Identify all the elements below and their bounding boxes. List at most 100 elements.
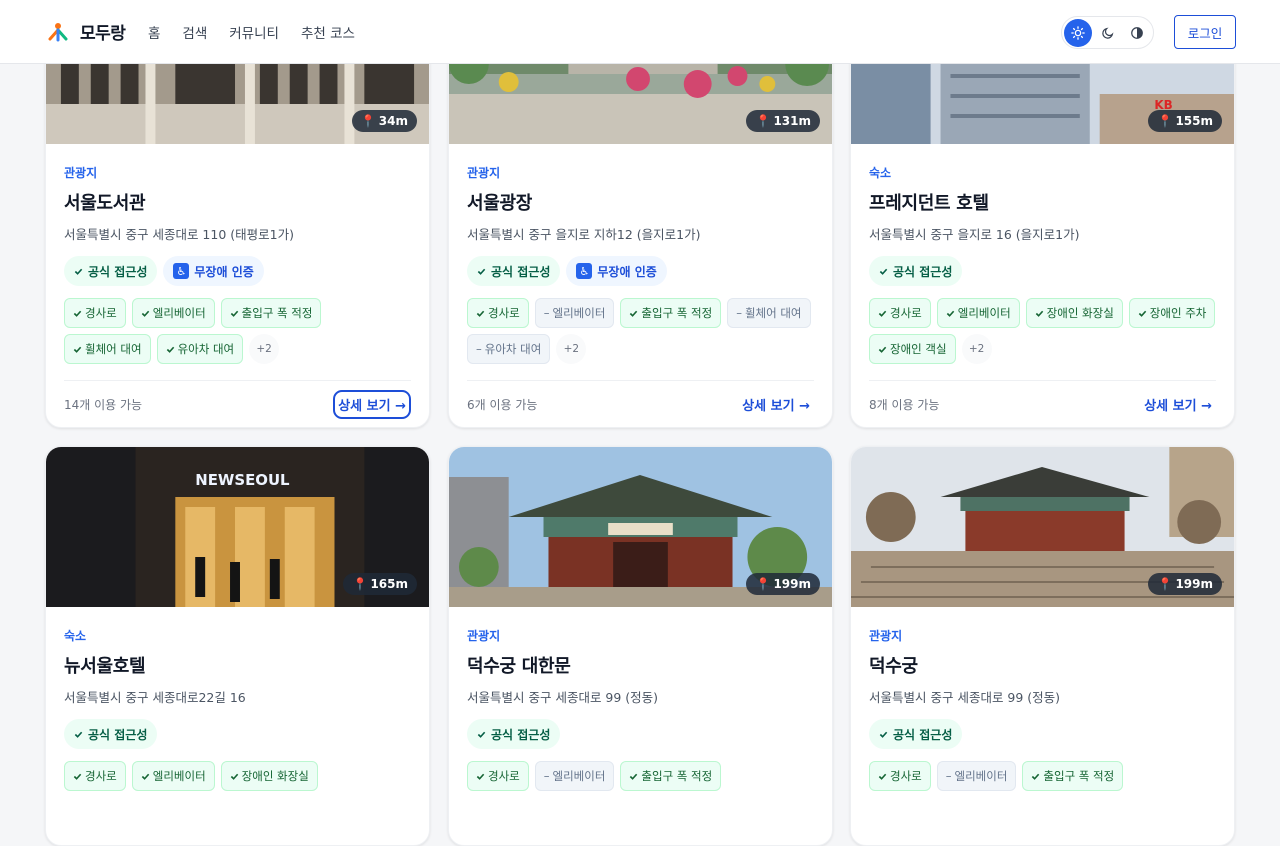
svg-text:NEWSEOUL: NEWSEOUL [195,471,290,489]
main-nav: 홈 검색 커뮤니티 추천 코스 [148,22,355,42]
dash-icon: – [543,306,550,320]
facility-chip: – 유아차 대여 [467,334,551,364]
dark-theme-button[interactable] [1094,19,1122,47]
check-icon [141,773,150,780]
facility-chip: – 휠체어 대여 [727,298,811,328]
place-name[interactable]: 서울광장 [467,189,814,215]
barrier-free-badge: ♿ 무장애 인증 [566,256,667,286]
place-address: 서울특별시 중구 을지로 지하12 (을지로1가) [467,227,701,242]
facility-chip: 출입구 폭 적정 [1022,761,1124,791]
nav-recommended-course[interactable]: 추천 코스 [301,22,355,42]
more-facilities-chip[interactable]: +2 [556,334,587,364]
light-theme-button[interactable] [1064,18,1092,47]
facility-chip: 유아차 대여 [156,334,244,364]
nav-home[interactable]: 홈 [148,22,160,42]
place-name[interactable]: 덕수궁 [869,652,1216,678]
check-icon [878,310,887,317]
distance-badge: 📍 34m [351,110,417,132]
facility-chip: 출입구 폭 적정 [620,298,722,328]
facility-chips: 경사로 엘리베이터 출입구 폭 적정 휠체어 대여 유아차 대여 +2 [64,298,414,364]
contrast-theme-button[interactable] [1123,19,1151,47]
place-photo[interactable]: 📍 199m [449,447,832,607]
login-button[interactable]: 로그인 [1174,15,1236,49]
pin-icon: 📍 [755,577,771,591]
category-label: 관광지 [64,166,98,180]
check-icon [878,346,887,353]
place-card: 📍 131m 관광지 서울광장 서울특별시 중구 을지로 지하12 (을지로1가… [448,0,833,428]
logo[interactable]: 모두랑 [46,19,126,44]
check-icon [476,310,485,317]
facility-chip: 경사로 [467,298,529,328]
facility-chip: – 엘리베이터 [534,298,615,328]
check-icon [1032,773,1040,780]
top-nav-bar: 모두랑 홈 검색 커뮤니티 추천 코스 로그인 [0,0,1280,64]
place-photo[interactable]: NEWSEOUL 📍 165m [46,447,429,607]
check-icon [476,773,485,780]
more-facilities-chip[interactable]: +2 [961,334,992,364]
facility-chip: 장애인 화장실 [220,761,318,791]
facility-chip: 장애인 주차 [1128,298,1216,328]
badge-row: 공식 접근성 [64,719,411,749]
place-card: NEWSEOUL 📍 165m 숙소 뉴서울호텔 서울특별시 중구 세종대로22… [45,446,430,846]
facility-chip: 경사로 [869,298,931,328]
card-footer: 8개 이용 가능 상세 보기 → [869,380,1216,427]
place-name[interactable]: 덕수궁 대한문 [467,652,814,678]
check-icon [74,268,83,275]
dash-icon: – [736,306,742,320]
check-icon [73,773,82,780]
facility-chip: 경사로 [869,761,931,791]
place-name[interactable]: 뉴서울호텔 [64,652,411,678]
view-details-link[interactable]: 상세 보기 → [333,389,411,419]
official-accessibility-badge: 공식 접근성 [869,719,963,749]
nav-search[interactable]: 검색 [182,22,207,42]
distance-badge: 📍 155m [1148,110,1222,132]
pin-icon: 📍 [1157,114,1173,128]
place-name[interactable]: 서울도서관 [64,189,411,215]
view-details-link[interactable]: 상세 보기 → [1140,391,1216,418]
badge-row: 공식 접근성 [869,719,1216,749]
check-icon [477,268,486,275]
facility-chip: 출입구 폭 적정 [220,298,322,328]
facility-chips: 경사로 엘리베이터 장애인 화장실 [64,761,414,791]
facility-chip: 휠체어 대여 [64,334,151,364]
facility-chip: 엘리베이터 [936,298,1020,328]
check-icon [878,773,887,780]
facility-chip: 경사로 [64,298,126,328]
facility-chip: 장애인 화장실 [1025,298,1123,328]
check-icon [477,731,486,738]
more-facilities-chip[interactable]: +2 [249,334,280,364]
official-accessibility-badge: 공식 접근성 [467,256,561,286]
place-name[interactable]: 프레지던트 호텔 [869,189,1216,215]
check-icon [1138,310,1147,317]
place-photo[interactable]: 📍 199m [851,447,1234,607]
place-card: 📍 34m 관광지 서울도서관 서울특별시 중구 세종대로 110 (태평로1가… [45,0,430,428]
official-accessibility-badge: 공식 접근성 [869,256,963,286]
badge-row: 공식 접근성 [869,256,1216,286]
category-label: 관광지 [467,629,501,643]
wheelchair-icon: ♿ [576,263,593,279]
available-count: 14개 이용 가능 [64,397,143,412]
facility-chip: 출입구 폭 적정 [620,761,722,791]
nav-community[interactable]: 커뮤니티 [229,22,279,42]
category-label: 관광지 [467,166,501,180]
check-icon [879,731,888,738]
distance-badge: 📍 131m [746,110,820,132]
facility-chip: 엘리베이터 [131,761,215,791]
facility-chips: 경사로 – 엘리베이터 출입구 폭 적정 – 휠체어 대여 – 유아차 대여 +2 [467,298,817,364]
contrast-icon [1131,26,1144,39]
check-icon [879,268,888,275]
facility-chip: 경사로 [64,761,126,791]
wheelchair-icon: ♿ [173,263,190,279]
pin-icon: 📍 [360,114,376,128]
logo-text: 모두랑 [80,24,126,44]
facility-chips: 경사로 – 엘리베이터 출입구 폭 적정 [467,761,817,791]
facility-chip: – 엘리베이터 [534,761,615,791]
badge-row: 공식 접근성 [467,719,814,749]
check-icon [630,310,638,317]
category-label: 숙소 [869,166,892,180]
view-details-link[interactable]: 상세 보기 → [738,391,814,418]
place-card: 📍 199m 관광지 덕수궁 서울특별시 중구 세종대로 99 (정동) 공식 … [850,446,1235,846]
category-label: 관광지 [869,629,903,643]
place-card: 📍 199m 관광지 덕수궁 대한문 서울특별시 중구 세종대로 99 (정동)… [448,446,833,846]
place-card: KB 📍 155m 숙소 프레지던트 호텔 서울특별시 중구 을지로 16 (을… [850,0,1235,428]
